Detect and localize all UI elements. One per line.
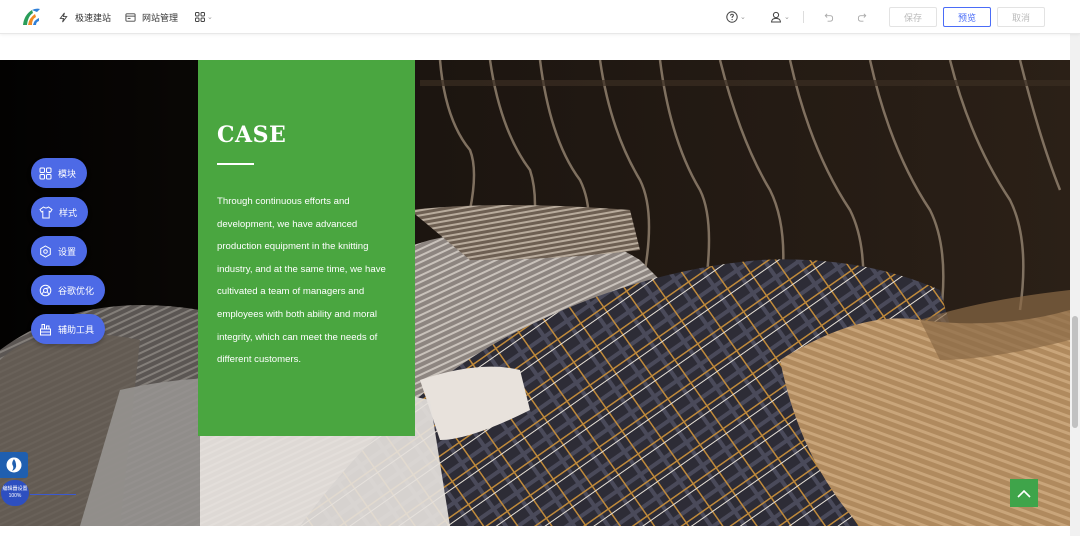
chevron-down-icon: ⌄ xyxy=(740,14,746,21)
editor-zoom-control[interactable]: 编辑器设置 100% xyxy=(1,480,29,506)
user-menu-button[interactable]: ⌄ xyxy=(770,9,790,25)
page-scrollbar[interactable] xyxy=(1070,34,1080,536)
section-top-strip xyxy=(0,34,1070,60)
google-icon xyxy=(39,284,52,296)
undo-button[interactable] xyxy=(823,9,834,25)
shirt-icon xyxy=(39,205,53,218)
top-toolbar: 极速建站 网站管理 ⌄ ⌄ ⌄ 保存 预览 取消 xyxy=(0,0,1080,34)
tool-style-button[interactable]: 样式 xyxy=(31,197,89,227)
save-button[interactable]: 保存 xyxy=(889,7,937,27)
tool-settings-button[interactable]: 设置 xyxy=(31,236,88,266)
toolkit-icon xyxy=(40,323,51,335)
redo-icon xyxy=(857,13,867,22)
tool-label: 谷歌优化 xyxy=(58,285,95,296)
user-icon xyxy=(770,11,782,23)
redo-button[interactable] xyxy=(857,9,868,25)
chevron-up-icon xyxy=(1017,489,1031,498)
settings-icon xyxy=(40,244,51,258)
zoom-label: 编辑器设置 xyxy=(2,486,28,492)
logo-icon[interactable] xyxy=(20,6,42,28)
help-icon xyxy=(726,11,738,23)
lightning-icon xyxy=(59,12,68,22)
back-to-top-button[interactable] xyxy=(1010,479,1038,507)
tool-toolkit-button[interactable]: 辅助工具 xyxy=(31,314,106,344)
chevron-down-icon: ⌄ xyxy=(784,14,790,21)
zoom-indicator-line xyxy=(30,494,76,495)
toolbar-divider xyxy=(803,11,804,23)
tool-label: 样式 xyxy=(59,207,78,218)
case-title: CASE xyxy=(217,122,287,148)
scrollbar-thumb[interactable] xyxy=(1072,316,1078,428)
window-icon xyxy=(125,12,136,22)
site-manage-button[interactable]: 网站管理 xyxy=(125,0,178,34)
help-menu-button[interactable]: ⌄ xyxy=(726,9,746,25)
zoom-value: 100% xyxy=(8,493,22,499)
cancel-button[interactable]: 取消 xyxy=(997,7,1045,27)
chevron-down-icon: ⌄ xyxy=(207,14,213,21)
assistant-widget-button[interactable] xyxy=(0,452,28,478)
tool-label: 辅助工具 xyxy=(58,324,95,335)
preview-button[interactable]: 预览 xyxy=(943,7,991,27)
tool-google-seo-button[interactable]: 谷歌优化 xyxy=(31,275,106,305)
site-manage-label: 网站管理 xyxy=(142,12,179,23)
editor-canvas: CASE Through continuous efforts and deve… xyxy=(0,34,1070,536)
quick-build-button[interactable]: 极速建站 xyxy=(58,0,111,34)
tool-label: 模块 xyxy=(58,168,77,179)
quick-build-label: 极速建站 xyxy=(75,12,112,23)
assistant-icon xyxy=(6,457,22,473)
tool-module-button[interactable]: 模块 xyxy=(31,158,88,188)
undo-icon xyxy=(824,13,834,22)
case-banner[interactable]: CASE Through continuous efforts and deve… xyxy=(0,60,1070,526)
grid-icon xyxy=(195,12,205,22)
tool-label: 设置 xyxy=(58,246,77,257)
apps-menu-button[interactable]: ⌄ xyxy=(195,9,213,25)
section-bottom-strip xyxy=(0,526,1070,536)
case-description: Through continuous efforts and developme… xyxy=(217,196,386,366)
module-icon xyxy=(39,167,52,179)
clothing-rack-image xyxy=(0,60,1070,526)
title-underline xyxy=(217,163,254,165)
case-text-card[interactable]: CASE Through continuous efforts and deve… xyxy=(198,60,415,436)
